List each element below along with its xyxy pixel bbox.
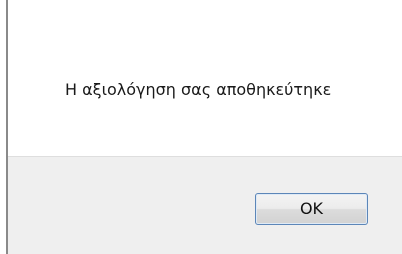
dialog-content: Η αξιολόγηση σας αποθηκεύτηκε <box>8 0 402 156</box>
ok-button[interactable]: OK <box>255 193 368 225</box>
message-dialog: Η αξιολόγηση σας αποθηκεύτηκε OK <box>0 0 402 254</box>
dialog-footer: OK <box>8 156 402 254</box>
dialog-message: Η αξιολόγηση σας αποθηκεύτηκε <box>65 80 332 99</box>
